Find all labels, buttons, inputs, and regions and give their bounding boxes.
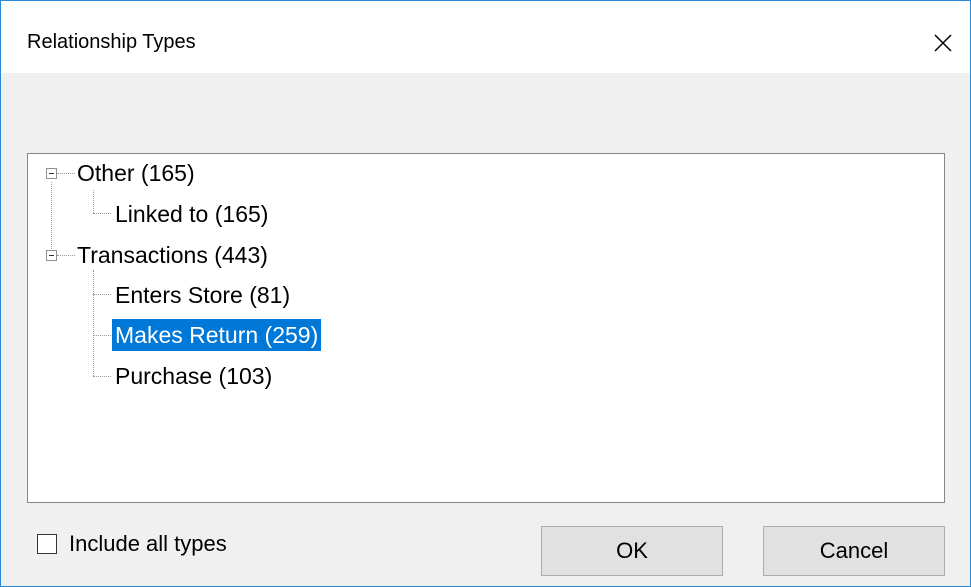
include-all-types-option[interactable]: Include all types xyxy=(37,531,227,557)
tree-node-transactions[interactable]: Transactions (443) xyxy=(74,239,271,271)
ok-button[interactable]: OK xyxy=(541,526,723,576)
tree-connector-line xyxy=(51,182,52,257)
tree-connector-line xyxy=(93,270,94,376)
collapse-toggle-icon[interactable] xyxy=(46,168,57,179)
tree-connector-line xyxy=(93,376,111,377)
collapse-toggle-icon[interactable] xyxy=(46,250,57,261)
relationship-tree[interactable]: Other (165) Linked to (165) Transactions… xyxy=(27,153,945,503)
cancel-button[interactable]: Cancel xyxy=(763,526,945,576)
tree-connector-line xyxy=(93,190,94,213)
tree-connector-line xyxy=(93,335,111,336)
tree-connector-line xyxy=(93,213,111,214)
include-all-types-checkbox[interactable] xyxy=(37,534,57,554)
tree-connector-line xyxy=(57,255,75,256)
relationship-types-dialog: Relationship Types Other (165) Linked to… xyxy=(0,0,971,587)
close-button[interactable] xyxy=(923,23,963,63)
dialog-title: Relationship Types xyxy=(27,31,196,53)
close-icon xyxy=(934,34,952,52)
tree-node-other[interactable]: Other (165) xyxy=(74,157,198,189)
tree-node-linked-to[interactable]: Linked to (165) xyxy=(112,198,271,230)
tree-node-purchase[interactable]: Purchase (103) xyxy=(112,360,275,392)
include-all-types-label[interactable]: Include all types xyxy=(69,531,227,557)
tree-node-enters-store[interactable]: Enters Store (81) xyxy=(112,279,293,311)
title-bar: Relationship Types xyxy=(1,1,970,73)
tree-connector-line xyxy=(57,173,75,174)
tree-node-makes-return[interactable]: Makes Return (259) xyxy=(112,319,322,351)
tree-connector-line xyxy=(93,294,111,295)
